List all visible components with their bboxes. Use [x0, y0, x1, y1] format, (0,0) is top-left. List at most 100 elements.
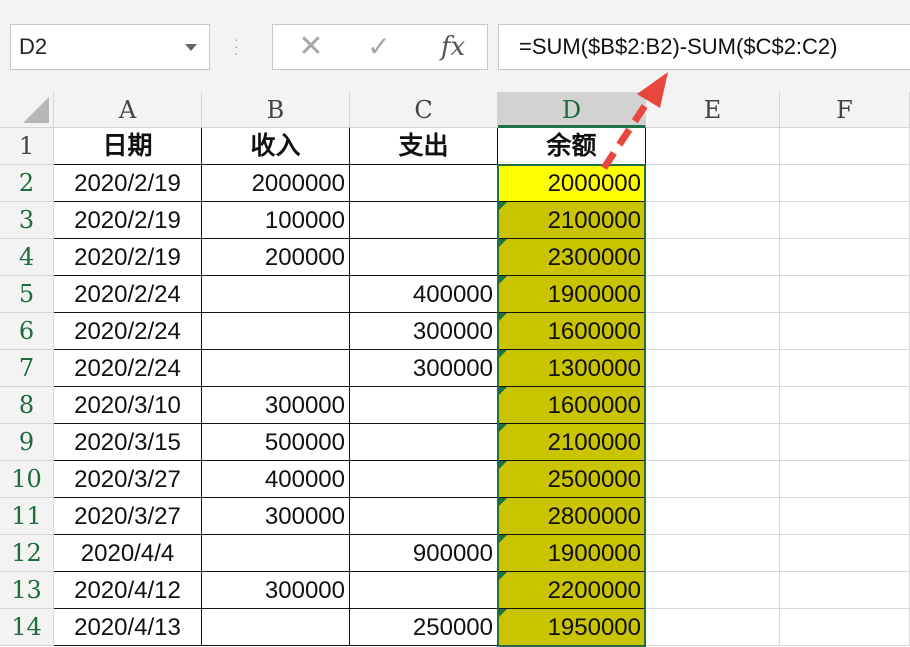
cell-a6[interactable]: 2020/2/24	[54, 313, 202, 350]
row-header-5[interactable]: 5	[0, 276, 54, 313]
cell-c14[interactable]: 250000	[350, 609, 498, 646]
enter-icon[interactable]: ✓	[365, 25, 393, 69]
cell-a8[interactable]: 2020/3/10	[54, 387, 202, 424]
cell-e6[interactable]	[646, 313, 780, 350]
cell-d7[interactable]: 1300000	[498, 350, 646, 387]
column-header-d[interactable]: D	[498, 92, 646, 128]
cell-a11[interactable]: 2020/3/27	[54, 498, 202, 535]
drag-handle-icon[interactable]: · · ·	[234, 32, 239, 60]
cell-b6[interactable]	[202, 313, 350, 350]
cell-b9[interactable]: 500000	[202, 424, 350, 461]
row-header-7[interactable]: 7	[0, 350, 54, 387]
cell-f8[interactable]	[780, 387, 910, 424]
row-header-2[interactable]: 2	[0, 165, 54, 202]
row-header-11[interactable]: 11	[0, 498, 54, 535]
cell-d3[interactable]: 2100000	[498, 202, 646, 239]
cell-f11[interactable]	[780, 498, 910, 535]
cell-d4[interactable]: 2300000	[498, 239, 646, 276]
column-header-f[interactable]: F	[780, 92, 910, 128]
cell-e7[interactable]	[646, 350, 780, 387]
row-header-9[interactable]: 9	[0, 424, 54, 461]
cell-d2[interactable]: 2000000	[498, 165, 646, 202]
cell-e13[interactable]	[646, 572, 780, 609]
cell-c9[interactable]	[350, 424, 498, 461]
formula-input[interactable]: =SUM($B$2:B2)-SUM($C$2:C2)	[498, 24, 910, 70]
header-cell-income[interactable]: 收入	[202, 128, 350, 165]
cell-f13[interactable]	[780, 572, 910, 609]
cell-a13[interactable]: 2020/4/12	[54, 572, 202, 609]
cell-c12[interactable]: 900000	[350, 535, 498, 572]
cell-f12[interactable]	[780, 535, 910, 572]
cell-a9[interactable]: 2020/3/15	[54, 424, 202, 461]
cell-d14[interactable]: 1950000	[498, 609, 646, 646]
cell-c2[interactable]	[350, 165, 498, 202]
column-header-e[interactable]: E	[646, 92, 780, 128]
cell-f9[interactable]	[780, 424, 910, 461]
cell-c5[interactable]: 400000	[350, 276, 498, 313]
row-header-12[interactable]: 12	[0, 535, 54, 572]
cell-b13[interactable]: 300000	[202, 572, 350, 609]
cell-c6[interactable]: 300000	[350, 313, 498, 350]
cell-b12[interactable]	[202, 535, 350, 572]
cell-f14[interactable]	[780, 609, 910, 646]
column-header-a[interactable]: A	[54, 92, 202, 128]
cell-b11[interactable]: 300000	[202, 498, 350, 535]
cell-a2[interactable]: 2020/2/19	[54, 165, 202, 202]
cell-b4[interactable]: 200000	[202, 239, 350, 276]
row-header-8[interactable]: 8	[0, 387, 54, 424]
cell-a5[interactable]: 2020/2/24	[54, 276, 202, 313]
row-header-14[interactable]: 14	[0, 609, 54, 646]
cell-a7[interactable]: 2020/2/24	[54, 350, 202, 387]
cell-b3[interactable]: 100000	[202, 202, 350, 239]
cell-e8[interactable]	[646, 387, 780, 424]
name-box[interactable]: D2	[10, 24, 210, 70]
cell-e2[interactable]	[646, 165, 780, 202]
cell-a12[interactable]: 2020/4/4	[54, 535, 202, 572]
cell-f2[interactable]	[780, 165, 910, 202]
cell-d8[interactable]: 1600000	[498, 387, 646, 424]
cell-e12[interactable]	[646, 535, 780, 572]
cell-f3[interactable]	[780, 202, 910, 239]
row-header-4[interactable]: 4	[0, 239, 54, 276]
cell-c4[interactable]	[350, 239, 498, 276]
row-header-6[interactable]: 6	[0, 313, 54, 350]
cell-b2[interactable]: 2000000	[202, 165, 350, 202]
cell-f1[interactable]	[780, 128, 910, 165]
cell-f5[interactable]	[780, 276, 910, 313]
cell-f6[interactable]	[780, 313, 910, 350]
cell-b14[interactable]	[202, 609, 350, 646]
cell-b10[interactable]: 400000	[202, 461, 350, 498]
cell-f7[interactable]	[780, 350, 910, 387]
header-cell-balance[interactable]: 余额	[498, 128, 646, 165]
cell-c11[interactable]	[350, 498, 498, 535]
cell-c13[interactable]	[350, 572, 498, 609]
cell-f4[interactable]	[780, 239, 910, 276]
cell-d11[interactable]: 2800000	[498, 498, 646, 535]
column-header-c[interactable]: C	[350, 92, 498, 128]
cell-c7[interactable]: 300000	[350, 350, 498, 387]
cell-d13[interactable]: 2200000	[498, 572, 646, 609]
cell-e11[interactable]	[646, 498, 780, 535]
cell-d5[interactable]: 1900000	[498, 276, 646, 313]
cancel-icon[interactable]: ✕	[297, 25, 325, 69]
cell-e9[interactable]	[646, 424, 780, 461]
cell-e1[interactable]	[646, 128, 780, 165]
header-cell-date[interactable]: 日期	[54, 128, 202, 165]
cell-c8[interactable]	[350, 387, 498, 424]
cell-c3[interactable]	[350, 202, 498, 239]
cell-d10[interactable]: 2500000	[498, 461, 646, 498]
row-header-13[interactable]: 13	[0, 572, 54, 609]
cell-b7[interactable]	[202, 350, 350, 387]
row-header-10[interactable]: 10	[0, 461, 54, 498]
cell-e14[interactable]	[646, 609, 780, 646]
header-cell-expense[interactable]: 支出	[350, 128, 498, 165]
cell-e5[interactable]	[646, 276, 780, 313]
cell-b5[interactable]	[202, 276, 350, 313]
cell-a4[interactable]: 2020/2/19	[54, 239, 202, 276]
cell-d12[interactable]: 1900000	[498, 535, 646, 572]
cell-f10[interactable]	[780, 461, 910, 498]
column-header-b[interactable]: B	[202, 92, 350, 128]
insert-function-button[interactable]: fx	[433, 25, 473, 69]
cell-e10[interactable]	[646, 461, 780, 498]
cell-d9[interactable]: 2100000	[498, 424, 646, 461]
